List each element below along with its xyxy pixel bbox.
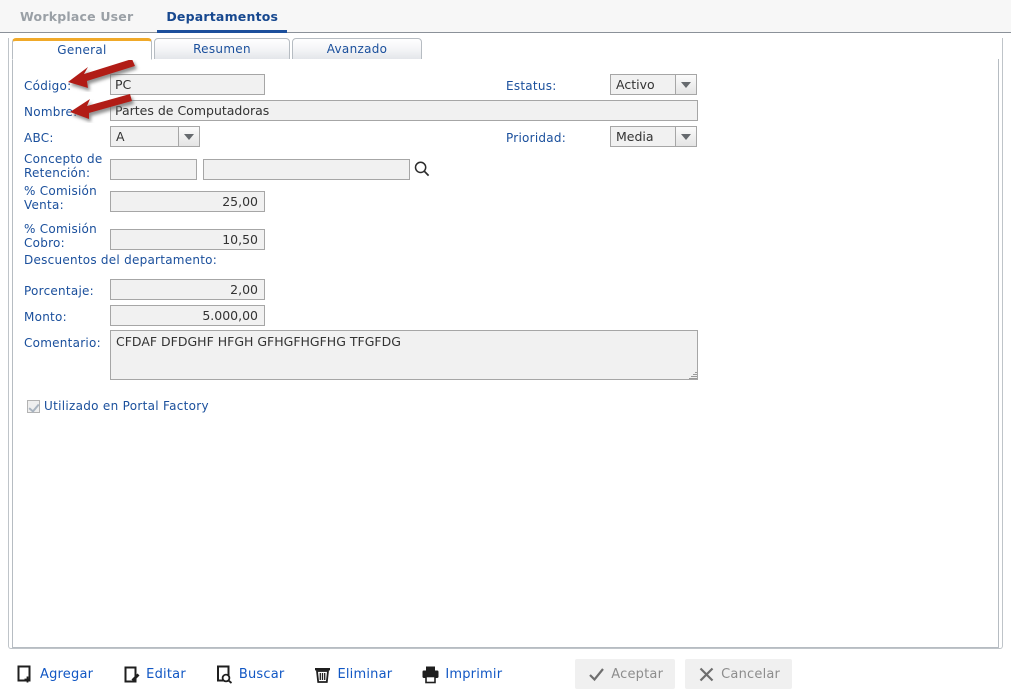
estatus-label: Estatus: — [506, 79, 557, 93]
eliminar-label: Eliminar — [337, 666, 393, 682]
tab-avanzado[interactable]: Avanzado — [292, 38, 422, 60]
add-document-icon — [16, 665, 35, 684]
monto-input[interactable] — [110, 305, 265, 326]
concepto-retencion-desc-input[interactable] — [203, 159, 410, 180]
bottom-toolbar: Agregar Editar Buscar Eliminar Imprimir … — [0, 652, 1011, 696]
buscar-label: Buscar — [238, 666, 285, 682]
abc-label: ABC: — [24, 131, 54, 145]
agregar-label: Agregar — [40, 666, 94, 682]
portal-factory-label: Utilizado en Portal Factory — [44, 399, 209, 413]
abc-select-value: A — [116, 129, 125, 144]
chevron-down-icon — [675, 127, 696, 146]
chevron-down-icon — [675, 75, 696, 94]
nombre-label: Nombre: — [24, 105, 78, 119]
codigo-label: Código: — [24, 79, 72, 93]
codigo-input[interactable] — [110, 74, 265, 95]
comision-cobro-input[interactable] — [110, 229, 265, 250]
form-tab-strip: General Resumen Avanzado — [8, 38, 1003, 60]
close-x-icon — [697, 665, 716, 684]
aceptar-button[interactable]: Aceptar — [575, 659, 676, 689]
search-document-icon — [215, 665, 234, 684]
tab-resumen[interactable]: Resumen — [154, 38, 290, 60]
comision-venta-input[interactable] — [110, 191, 265, 212]
imprimir-button[interactable]: Imprimir — [419, 660, 512, 688]
prioridad-label: Prioridad: — [506, 131, 567, 145]
estatus-select-value: Activo — [616, 77, 655, 92]
search-icon[interactable] — [413, 160, 431, 178]
descuentos-section-header: Descuentos del departamento: — [24, 253, 218, 267]
agregar-button[interactable]: Agregar — [14, 660, 103, 688]
editar-label: Editar — [146, 666, 186, 682]
imprimir-label: Imprimir — [445, 666, 503, 682]
printer-icon — [421, 665, 440, 684]
comision-venta-label: % Comisión Venta: — [24, 184, 97, 212]
abc-select[interactable]: A — [110, 126, 200, 147]
cancelar-label: Cancelar — [721, 666, 781, 682]
chevron-down-icon — [178, 127, 199, 146]
check-icon — [587, 665, 606, 684]
aceptar-label: Aceptar — [611, 666, 664, 682]
porcentaje-label: Porcentaje: — [24, 284, 94, 298]
concepto-retencion-label: Concepto de Retención: — [24, 152, 103, 180]
application-header-bar: Workplace User Departamentos — [0, 0, 1011, 33]
portal-factory-checkbox-row[interactable]: Utilizado en Portal Factory — [27, 399, 209, 413]
checkbox-icon[interactable] — [27, 399, 40, 413]
prioridad-select-value: Media — [616, 129, 654, 144]
estatus-select[interactable]: Activo — [610, 74, 697, 95]
nombre-input[interactable] — [110, 100, 698, 121]
comentario-textarea[interactable] — [110, 330, 698, 380]
tab-general[interactable]: General — [12, 38, 152, 60]
general-tab-content: Código: Estatus: Activo Nombre: ABC: A P… — [12, 59, 999, 648]
cancelar-button[interactable]: Cancelar — [685, 659, 793, 689]
eliminar-button[interactable]: Eliminar — [311, 660, 402, 688]
app-tab-departamentos[interactable]: Departamentos — [157, 1, 288, 33]
breadcrumb-workplace-user[interactable]: Workplace User — [12, 1, 141, 33]
comision-cobro-label: % Comisión Cobro: — [24, 222, 97, 250]
concepto-retencion-code-input[interactable] — [110, 159, 197, 180]
buscar-button[interactable]: Buscar — [213, 660, 295, 688]
porcentaje-input[interactable] — [110, 279, 265, 300]
application-window: Workplace User Departamentos General Res… — [0, 0, 1011, 696]
prioridad-select[interactable]: Media — [610, 126, 697, 147]
edit-pencil-icon — [122, 665, 141, 684]
editar-button[interactable]: Editar — [120, 660, 196, 688]
comentario-label: Comentario: — [24, 336, 101, 350]
trash-icon — [313, 665, 332, 684]
monto-label: Monto: — [24, 310, 67, 324]
